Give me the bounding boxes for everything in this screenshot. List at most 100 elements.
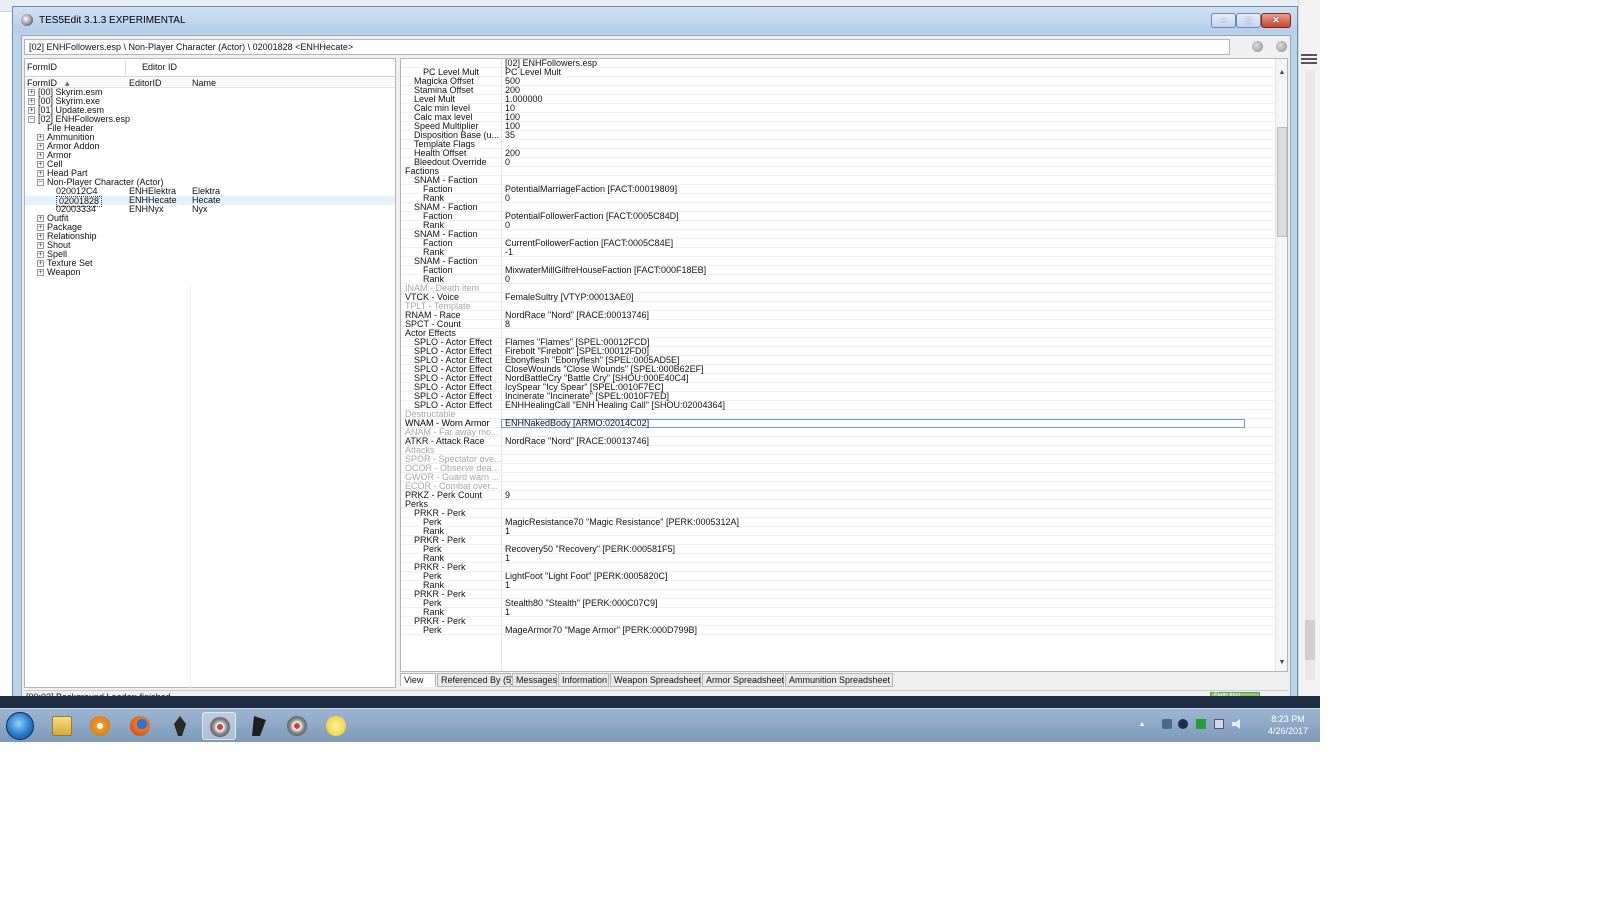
tree-item[interactable]: + Relationship (25, 232, 395, 241)
record-field-row[interactable]: Faction PotentialMarriageFaction [FACT:00… (401, 185, 1287, 194)
column-header-name[interactable]: Name (192, 78, 216, 88)
record-field-row[interactable]: Disposition Base (u... 35 (401, 131, 1287, 140)
scrollbar-thumb[interactable] (1277, 127, 1287, 237)
tab-view[interactable]: View (400, 673, 436, 687)
record-field-row[interactable]: Template Flags (401, 140, 1287, 149)
expand-icon[interactable]: + (37, 215, 44, 222)
record-field-row[interactable]: ECOR - Combat over... (401, 482, 1287, 491)
record-field-row[interactable]: WNAM - Worn Armor ENHNakedBody [ARMO:0201… (401, 419, 1287, 428)
record-field-row[interactable]: Level Mult 1.000000 (401, 95, 1287, 104)
column-header-editorid[interactable]: EditorID (129, 78, 162, 88)
tab-messages[interactable]: Messages (512, 673, 557, 687)
taskbar-tes5edit-active[interactable] (202, 712, 236, 740)
record-field-row[interactable]: Rank -1 (401, 248, 1287, 257)
editorid-filter-input[interactable]: Editor ID (142, 62, 177, 72)
hamburger-menu-icon[interactable] (1301, 52, 1317, 64)
record-field-row[interactable]: SPOR - Spectator ove... (401, 455, 1287, 464)
record-field-row[interactable]: Perk Recovery50 "Recovery" [PERK:000581F5… (401, 545, 1287, 554)
expand-icon[interactable]: + (37, 143, 44, 150)
start-button[interactable] (6, 712, 34, 740)
record-field-row[interactable]: Calc max level 100 (401, 113, 1287, 122)
taskbar-smiley-app[interactable] (319, 712, 353, 740)
record-field-row[interactable]: Rank 1 (401, 554, 1287, 563)
record-field-row[interactable]: Rank 1 (401, 581, 1287, 590)
record-field-row[interactable]: Health Offset 200 (401, 149, 1287, 158)
record-field-row[interactable]: Speed Multiplier 100 (401, 122, 1287, 131)
minimize-button[interactable]: – (1211, 13, 1236, 28)
expand-icon[interactable]: + (37, 242, 44, 249)
record-field-row[interactable]: Faction CurrentFollowerFaction [FACT:0005… (401, 239, 1287, 248)
record-field-row[interactable]: VTCK - Voice FemaleSultry [VTYP:00013AE0] (401, 293, 1287, 302)
expand-icon[interactable]: + (28, 98, 35, 105)
taskbar-media-player[interactable] (83, 712, 117, 740)
taskbar-skyrim[interactable] (163, 712, 197, 740)
scroll-down-icon[interactable]: ▼ (1278, 659, 1286, 667)
taskbar-firefox[interactable] (123, 712, 157, 740)
record-field-row[interactable]: Rank 0 (401, 275, 1287, 284)
maximize-button[interactable]: □ (1236, 13, 1261, 28)
record-view-scrollbar[interactable]: ▲ ▼ (1275, 59, 1287, 671)
tab-armor-spreadsheet[interactable]: Armor Spreadsheet (702, 673, 784, 687)
tab-weapon-spreadsheet[interactable]: Weapon Spreadsheet (610, 673, 701, 687)
taskbar-tes5edit-2[interactable] (280, 712, 314, 740)
forward-arrow-icon[interactable] (1276, 41, 1287, 52)
tree-item[interactable]: + Weapon (25, 268, 395, 277)
expand-icon[interactable]: + (37, 161, 44, 168)
expand-icon[interactable]: + (37, 233, 44, 240)
collapse-icon[interactable]: − (28, 116, 35, 123)
collapse-icon[interactable]: − (37, 179, 44, 186)
record-field-row[interactable]: ATKR - Attack Race NordRace "Nord" [RACE:… (401, 437, 1287, 446)
record-field-row[interactable]: Bleedout Override 0 (401, 158, 1287, 167)
record-field-row[interactable]: RNAM - Race NordRace "Nord" [RACE:0001374… (401, 311, 1287, 320)
record-field-row[interactable]: Perk MageArmor70 "Mage Armor" [PERK:000D7… (401, 626, 1287, 635)
title-bar[interactable]: TES5Edit 3.1.3 EXPERIMENTAL – □ ✕ (13, 7, 1297, 33)
tab-referenced-by[interactable]: Referenced By (5) (437, 673, 514, 687)
expand-icon[interactable]: + (37, 170, 44, 177)
tab-information[interactable]: Information (558, 673, 609, 687)
record-field-row[interactable]: Calc min level 10 (401, 104, 1287, 113)
formid-filter-input[interactable]: FormID (27, 62, 57, 72)
tree-item[interactable]: + Texture Set (25, 259, 395, 268)
steam-icon[interactable] (1178, 719, 1188, 729)
volume-icon[interactable] (1232, 719, 1240, 729)
tree-item[interactable]: 02003334 ENHNyx Nyx (25, 205, 395, 214)
show-hidden-icons-icon[interactable]: ▴ (1140, 719, 1150, 729)
record-field-row[interactable]: Perk LightFoot "Light Foot" [PERK:0005820… (401, 572, 1287, 581)
background-scrollbar-thumb[interactable] (1305, 620, 1315, 660)
record-field-row[interactable]: Rank 0 (401, 221, 1287, 230)
network-icon[interactable] (1214, 719, 1224, 729)
taskbar-clock[interactable]: 8:23 PM 4/26/2017 (1258, 713, 1318, 737)
record-field-row[interactable]: PRKZ - Perk Count 9 (401, 491, 1287, 500)
expand-icon[interactable]: + (37, 269, 44, 276)
record-field-row[interactable]: Rank 0 (401, 194, 1287, 203)
nvidia-icon[interactable] (1196, 719, 1206, 729)
tree-item[interactable]: + Armor (25, 151, 395, 160)
record-field-row[interactable]: SPLO - Actor Effect ENHHealingCall "ENH H… (401, 401, 1287, 410)
record-field-row[interactable]: Perks (401, 500, 1287, 509)
expand-icon[interactable]: + (28, 107, 35, 114)
expand-icon[interactable]: + (37, 152, 44, 159)
record-field-row[interactable]: Magicka Offset 500 (401, 77, 1287, 86)
field-value[interactable]: ENHNakedBody [ARMO:02014C02] (501, 419, 1245, 428)
record-field-row[interactable]: Rank 1 (401, 608, 1287, 617)
record-field-row[interactable]: Perk MagicResistance70 "Magic Resistance"… (401, 518, 1287, 527)
record-field-row[interactable]: Rank 1 (401, 527, 1287, 536)
expand-icon[interactable]: + (37, 134, 44, 141)
expand-icon[interactable]: + (37, 224, 44, 231)
tree-item[interactable]: + Armor Addon (25, 142, 395, 151)
expand-icon[interactable]: + (28, 89, 35, 96)
record-field-row[interactable]: OCOR - Observe dea... (401, 464, 1287, 473)
taskbar-explorer[interactable] (45, 712, 79, 740)
record-field-row[interactable]: Perk Stealth80 "Stealth" [PERK:000C07C9] (401, 599, 1287, 608)
record-field-row[interactable]: Factions (401, 167, 1287, 176)
record-field-row[interactable]: SPCT - Count 8 (401, 320, 1287, 329)
app-icon[interactable] (21, 14, 33, 26)
scroll-up-icon[interactable]: ▲ (1278, 69, 1286, 77)
expand-icon[interactable]: + (37, 251, 44, 258)
background-scrollbar[interactable] (1305, 70, 1315, 680)
back-arrow-icon[interactable] (1252, 41, 1263, 52)
network-disconnected-icon[interactable] (1162, 719, 1172, 729)
record-field-row[interactable]: GWOR - Guard warn ... (401, 473, 1287, 482)
taskbar-mod-organizer[interactable] (241, 712, 275, 740)
tree-item[interactable]: + Shout (25, 241, 395, 250)
